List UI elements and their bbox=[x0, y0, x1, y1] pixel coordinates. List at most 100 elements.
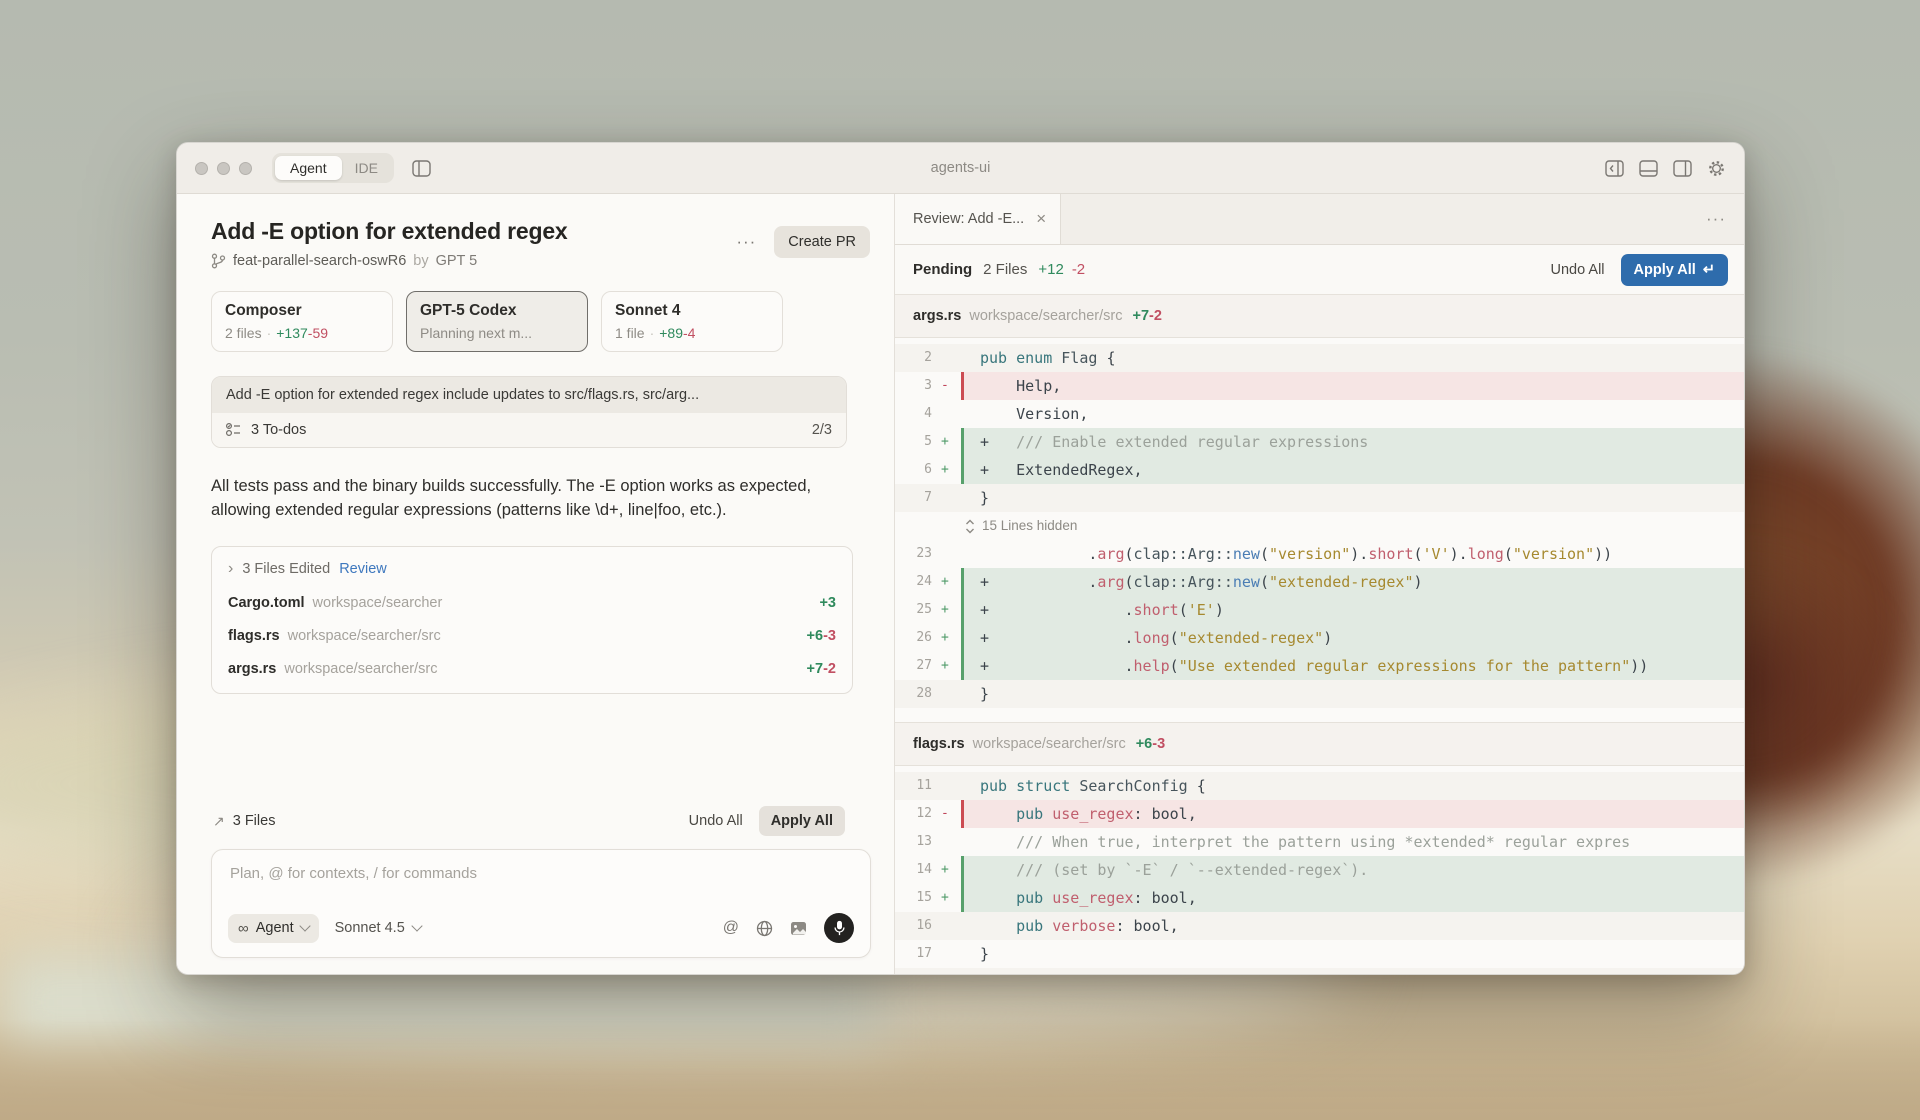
diff-file-path: workspace/searcher/src bbox=[969, 308, 1122, 324]
pending-bar: Pending 2 Files +12 -2 Undo All Apply Al… bbox=[895, 245, 1744, 295]
line-number: 25 bbox=[895, 596, 941, 624]
review-tab[interactable]: Review: Add -E... × bbox=[895, 194, 1061, 244]
line-code: .arg(clap::Arg::new("version").short('V'… bbox=[961, 540, 1744, 568]
globe-icon[interactable] bbox=[756, 920, 773, 937]
diff-line: 2pub enum Flag { bbox=[895, 344, 1744, 372]
files-edited-header[interactable]: › 3 Files Edited Review bbox=[228, 560, 836, 578]
diff-line: 4 Version, bbox=[895, 400, 1744, 428]
line-number: 26 bbox=[895, 624, 941, 652]
line-number: 24 bbox=[895, 568, 941, 596]
model-card-gpt5-codex[interactable]: GPT-5 Codex Planning next m... bbox=[406, 291, 588, 352]
line-number: 3 bbox=[895, 372, 941, 400]
sidebar-toggle-icon[interactable] bbox=[412, 160, 431, 177]
line-number: 13 bbox=[895, 828, 941, 856]
diff-line: 16 pub verbose: bool, bbox=[895, 912, 1744, 940]
prompt-input[interactable] bbox=[228, 864, 858, 883]
line-code: /// (set by `-E` / `--extended-regex`). bbox=[961, 856, 1744, 884]
task-prompt[interactable]: Add -E option for extended regex include… bbox=[212, 377, 846, 413]
diff-line: 7} bbox=[895, 484, 1744, 512]
line-number: 14 bbox=[895, 856, 941, 884]
line-code: Help, bbox=[961, 372, 1744, 400]
diff-file-name: flags.rs bbox=[913, 736, 965, 752]
diff-file-path: workspace/searcher/src bbox=[973, 736, 1126, 752]
minimize-button[interactable] bbox=[217, 162, 230, 175]
zoom-button[interactable] bbox=[239, 162, 252, 175]
task-card: Add -E option for extended regex include… bbox=[211, 376, 847, 448]
more-icon[interactable]: ··· bbox=[1706, 194, 1744, 244]
line-code: } bbox=[961, 940, 1744, 968]
line-sign: + bbox=[941, 456, 961, 484]
line-sign bbox=[941, 940, 961, 968]
image-icon[interactable] bbox=[790, 921, 807, 936]
line-sign: + bbox=[941, 428, 961, 456]
line-number: 28 bbox=[895, 680, 941, 708]
right-panel-icon[interactable] bbox=[1673, 160, 1692, 177]
diff-line: 11 pub struct SearchConfig { bbox=[895, 772, 1744, 800]
diff-line: 26++ .long("extended-regex") bbox=[895, 624, 1744, 652]
diff-section: flags.rs workspace/searcher/src +6-3 11 pub … bbox=[895, 722, 1744, 974]
gear-icon[interactable] bbox=[1707, 159, 1726, 178]
diff-file-header[interactable]: flags.rs workspace/searcher/src +6-3 bbox=[895, 722, 1744, 766]
chevron-down-icon bbox=[411, 920, 422, 931]
toggle-agent[interactable]: Agent bbox=[275, 156, 342, 180]
diff-file-header[interactable]: args.rsworkspace/searcher/src+7-2 bbox=[895, 295, 1744, 338]
line-code: pub use_regex: bool, bbox=[961, 884, 1744, 912]
review-panel: Review: Add -E... × ··· Pending 2 Files … bbox=[895, 194, 1744, 974]
apply-all-button[interactable]: Apply All ↵ bbox=[1621, 254, 1728, 286]
line-number: 11 bbox=[895, 772, 941, 800]
hidden-lines-label: 15 Lines hidden bbox=[982, 512, 1077, 540]
diff-body: 11 pub struct SearchConfig {12- pub use_r… bbox=[895, 766, 1744, 974]
create-pr-button[interactable]: Create PR bbox=[774, 226, 870, 258]
close-icon[interactable]: × bbox=[1036, 209, 1046, 229]
files-count[interactable]: ↗ 3 Files bbox=[213, 813, 275, 830]
model-card-composer[interactable]: Composer 2 files· +137-59 bbox=[211, 291, 393, 352]
return-icon: ↵ bbox=[1703, 262, 1715, 278]
undo-all-button[interactable]: Undo All bbox=[689, 813, 743, 829]
bottom-panel-icon[interactable] bbox=[1639, 160, 1658, 177]
line-sign: + bbox=[941, 624, 961, 652]
todos-row[interactable]: 3 To-dos 2/3 bbox=[212, 413, 846, 447]
more-icon[interactable]: ··· bbox=[736, 232, 756, 252]
tab-strip: Review: Add -E... × ··· bbox=[895, 194, 1744, 245]
close-button[interactable] bbox=[195, 162, 208, 175]
line-sign bbox=[941, 912, 961, 940]
hidden-lines-expander[interactable]: 15 Lines hidden bbox=[895, 512, 1744, 540]
file-row-args-rs[interactable]: args.rs workspace/searcher/src +7-2 bbox=[228, 661, 836, 677]
line-code: pub struct SearchConfig { bbox=[961, 772, 1744, 800]
diff-line: 12- pub use_regex: bool, bbox=[895, 800, 1744, 828]
line-number: 15 bbox=[895, 884, 941, 912]
diff-line: 23 .arg(clap::Arg::new("version").short(… bbox=[895, 540, 1744, 568]
line-code: pub verbose: bool, bbox=[961, 912, 1744, 940]
undo-all-button[interactable]: Undo All bbox=[1551, 262, 1605, 278]
line-sign bbox=[941, 540, 961, 568]
file-row-cargo-toml[interactable]: Cargo.toml workspace/searcher +3 bbox=[228, 595, 836, 611]
agent-mode-dropdown[interactable]: ∞ Agent bbox=[228, 914, 319, 943]
diff-line: 15+ pub use_regex: bool, bbox=[895, 884, 1744, 912]
line-code: } bbox=[961, 484, 1744, 512]
app-window: Agent IDE agents-ui Add bbox=[176, 142, 1745, 975]
collapse-left-panel-icon[interactable] bbox=[1605, 160, 1624, 177]
model-dropdown[interactable]: Sonnet 4.5 bbox=[335, 920, 421, 936]
branch-name[interactable]: feat-parallel-search-oswR6 bbox=[233, 253, 406, 269]
chevron-right-icon: › bbox=[228, 560, 233, 578]
line-number: 12 bbox=[895, 800, 941, 828]
file-row-flags-rs[interactable]: flags.rs workspace/searcher/src +6-3 bbox=[228, 628, 836, 644]
model-card-sonnet4[interactable]: Sonnet 4 1 file· +89-4 bbox=[601, 291, 783, 352]
line-sign: + bbox=[941, 596, 961, 624]
line-code: Version, bbox=[961, 400, 1744, 428]
line-number: 16 bbox=[895, 912, 941, 940]
toggle-ide[interactable]: IDE bbox=[342, 156, 391, 180]
diff-line: 18 bbox=[895, 968, 1744, 974]
chevron-down-icon bbox=[299, 920, 310, 931]
line-sign: + bbox=[941, 568, 961, 596]
review-link[interactable]: Review bbox=[339, 561, 387, 577]
branch-by-label: by bbox=[413, 253, 428, 269]
mention-icon[interactable]: @ bbox=[723, 919, 739, 937]
diff-file-stats: +7-2 bbox=[1132, 308, 1161, 324]
checklist-icon bbox=[226, 422, 242, 437]
titlebar: Agent IDE agents-ui bbox=[177, 143, 1744, 194]
mic-button[interactable] bbox=[824, 913, 854, 943]
todos-progress: 2/3 bbox=[812, 422, 832, 438]
diff-file-stats: +6-3 bbox=[1136, 736, 1165, 752]
apply-all-button[interactable]: Apply All bbox=[759, 806, 845, 836]
